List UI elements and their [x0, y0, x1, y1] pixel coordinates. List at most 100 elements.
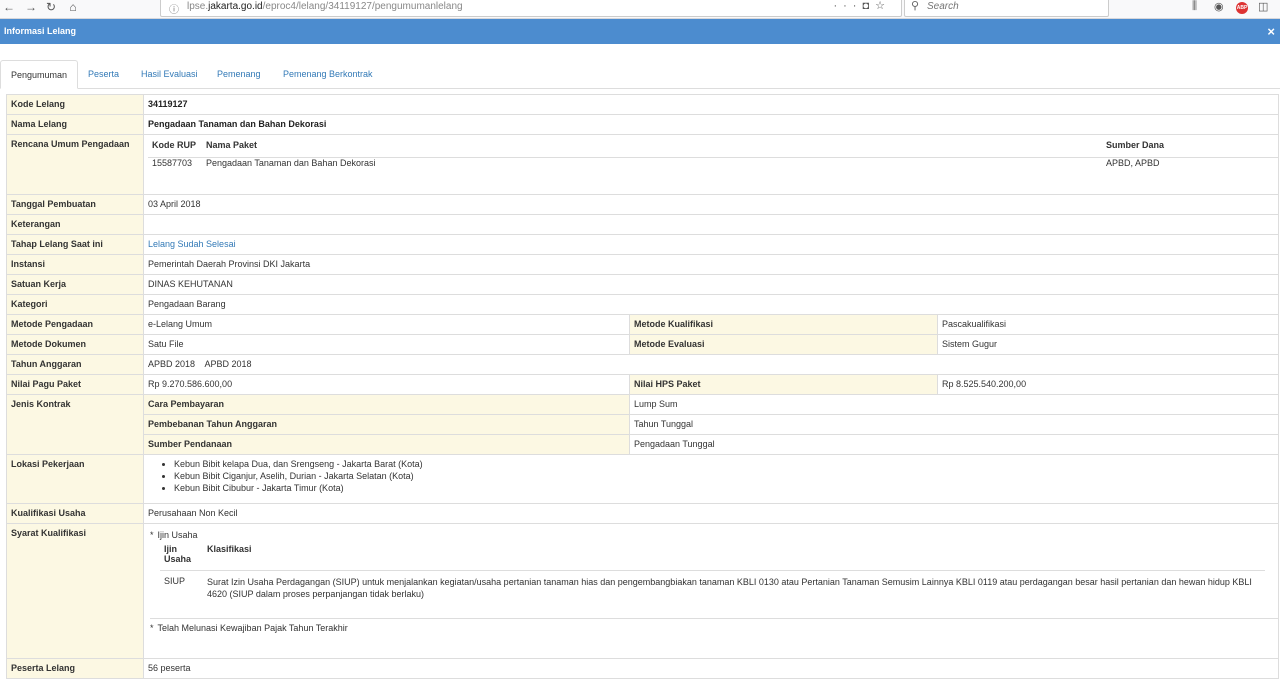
url-bar[interactable]: ⓘ lpse.jakarta.go.id/eproc4/lelang/34119…	[160, 0, 902, 17]
page-actions[interactable]: ···◘☆	[833, 0, 891, 12]
klasifikasi-value: Surat Izin Usaha Perdagangan (SIUP) untu…	[207, 576, 1252, 599]
row-tanggal: Tanggal Pembuatan 03 April 2018	[6, 194, 1280, 215]
row-jenis-kontrak: Jenis Kontrak Cara Pembayaran Lump Sum	[6, 394, 1280, 455]
table-row: SIUP Surat Izin Usaha Perdagangan (SIUP)…	[160, 570, 1265, 614]
metode-kualifikasi-value: Pascakualifikasi	[936, 314, 1280, 335]
tab-peserta[interactable]: Peserta	[78, 60, 129, 88]
col-klasifikasi: Klasifikasi	[203, 544, 1265, 571]
tab-pemenang-berkontrak[interactable]: Pemenang Berkontrak	[273, 60, 383, 88]
row-peserta: Peserta Lelang 56 peserta	[6, 658, 1280, 679]
row-nilai-pagu: Nilai Pagu Paket Rp 9.270.586.600,00 Nil…	[6, 374, 1280, 395]
label: Metode Dokumen	[6, 334, 144, 355]
lokasi-cell: Kebun Bibit kelapa Dua, dan Srengseng - …	[142, 454, 1280, 504]
forward-arrow-icon[interactable]: →	[22, 0, 40, 18]
label: Metode Kualifikasi	[629, 314, 938, 335]
site-info-icon[interactable]: ⓘ	[169, 1, 179, 16]
kode-lelang-value: 34119127	[142, 94, 1280, 115]
tab-pemenang[interactable]: Pemenang	[207, 60, 271, 88]
label: Tahap Lelang Saat ini	[6, 234, 144, 255]
tab-pengumuman[interactable]: Pengumuman	[0, 60, 79, 89]
extension-icon[interactable]: ◉	[1214, 0, 1224, 13]
pembebanan-value: Tahun Tunggal	[628, 414, 1280, 435]
label: Nilai Pagu Paket	[6, 374, 144, 395]
row-lokasi: Lokasi Pekerjaan Kebun Bibit kelapa Dua,…	[6, 454, 1280, 504]
search-input[interactable]	[925, 0, 1099, 13]
list-item: Kebun Bibit Ciganjur, Aselih, Durian - J…	[174, 470, 1274, 482]
label: Jenis Kontrak	[6, 394, 144, 455]
label: Kualifikasi Usaha	[6, 503, 144, 524]
nama-paket-value: Pengadaan Tanaman dan Bahan Dekorasi	[206, 157, 376, 168]
ijin-usaha-heading: * Ijin Usaha	[150, 530, 1278, 540]
syarat-cell: * Ijin Usaha Ijin Usaha Klasifikasi SIUP …	[142, 523, 1280, 659]
row-pembebanan: Pembebanan Tahun Anggaran Tahun Tunggal	[7, 414, 1280, 435]
nama-lelang-value: Pengadaan Tanaman dan Bahan Dekorasi	[142, 114, 1280, 135]
reload-icon[interactable]: ↻	[42, 0, 60, 18]
keterangan-value	[142, 214, 1280, 235]
ijin-value: SIUP	[164, 575, 186, 586]
nilai-hps-value: Rp 8.525.540.200,00	[936, 374, 1280, 395]
label: Syarat Kualifikasi	[6, 523, 144, 659]
pajak-item: * Telah Melunasi Kewajiban Pajak Tahun Te…	[150, 618, 1279, 633]
back-arrow-icon[interactable]: ←	[0, 0, 18, 18]
row-metode-dokumen: Metode Dokumen Satu File Metode Evaluasi…	[6, 334, 1280, 355]
metode-pengadaan-value: e-Lelang Umum	[143, 314, 630, 335]
label: Pembebanan Tahun Anggaran	[143, 414, 630, 435]
label: Kategori	[6, 294, 144, 315]
kategori-value: Pengadaan Barang	[142, 294, 1280, 315]
peserta-value: 56 peserta	[142, 658, 1280, 679]
label: Sumber Pendanaan	[143, 434, 630, 455]
info-panel: Kode Lelang 34119127 Nama Lelang Pengada…	[6, 94, 1280, 679]
label: Nama Lelang	[6, 114, 144, 135]
bookmark-star-icon[interactable]: ☆	[875, 0, 891, 12]
tahap-cell: Lelang Sudah Selesai	[142, 234, 1280, 255]
tab-bar: Pengumuman Peserta Hasil Evaluasi Pemena…	[0, 60, 1280, 89]
lokasi-list: Kebun Bibit kelapa Dua, dan Srengseng - …	[148, 458, 1274, 494]
rup-cell: Kode RUP Nama Paket Sumber Dana 15587703…	[142, 134, 1280, 195]
label: Rencana Umum Pengadaan	[6, 134, 144, 195]
adblock-icon[interactable]: ABP	[1236, 2, 1248, 14]
search-box[interactable]: ⚲	[904, 0, 1109, 17]
col-sumber-dana: Sumber Dana	[1102, 140, 1279, 158]
library-icon[interactable]: ⫼	[1192, 0, 1197, 13]
label: Lokasi Pekerjaan	[6, 454, 144, 504]
tahap-link[interactable]: Lelang Sudah Selesai	[148, 239, 236, 249]
pocket-icon[interactable]: ◘	[862, 0, 875, 12]
label: Tanggal Pembuatan	[6, 194, 144, 215]
instansi-value: Pemerintah Daerah Provinsi DKI Jakarta	[142, 254, 1280, 275]
col-nama-paket: Nama Paket	[202, 140, 1103, 158]
rup-table: Kode RUP Nama Paket Sumber Dana 15587703…	[148, 140, 1279, 177]
row-tahun-anggaran: Tahun Anggaran APBD 2018 APBD 2018	[6, 354, 1280, 375]
url-text: lpse.jakarta.go.id/eproc4/lelang/3411912…	[187, 1, 463, 12]
info-table: Kode Lelang 34119127 Nama Lelang Pengada…	[6, 94, 1280, 679]
label: Peserta Lelang	[6, 658, 144, 679]
table-row: 15587703 Pengadaan Tanaman dan Bahan Dek…	[148, 157, 1278, 177]
row-metode-pengadaan: Metode Pengadaan e-Lelang Umum Metode Ku…	[6, 314, 1280, 335]
col-ijin-usaha: Ijin Usaha	[160, 544, 203, 571]
row-rup: Rencana Umum Pengadaan Kode RUP Nama Pak…	[6, 134, 1280, 195]
label: Instansi	[6, 254, 144, 275]
kualifikasi-usaha-value: Perusahaan Non Kecil	[142, 503, 1280, 524]
search-icon: ⚲	[911, 0, 920, 12]
kode-rup-value: 15587703	[152, 157, 193, 168]
dialog-title: Informasi Lelang	[4, 26, 77, 36]
browser-toolbar: ← → ↻ ⌂ ⓘ lpse.jakarta.go.id/eproc4/lela…	[0, 0, 1280, 19]
metode-evaluasi-value: Sistem Gugur	[936, 334, 1280, 355]
col-kode-rup: Kode RUP	[148, 140, 202, 158]
label: Kode Lelang	[6, 94, 144, 115]
pajak-text: Telah Melunasi Kewajiban Pajak Tahun Ter…	[157, 623, 348, 633]
label: Cara Pembayaran	[143, 394, 630, 415]
close-icon[interactable]: ×	[1267, 19, 1275, 44]
tab-hasil-evaluasi[interactable]: Hasil Evaluasi	[131, 60, 208, 88]
home-icon[interactable]: ⌂	[64, 0, 82, 18]
cara-pembayaran-value: Lump Sum	[628, 394, 1280, 415]
row-satuan-kerja: Satuan Kerja DINAS KEHUTANAN	[6, 274, 1280, 295]
sidebar-icon[interactable]: ◫	[1258, 0, 1268, 13]
row-nama-lelang: Nama Lelang Pengadaan Tanaman dan Bahan …	[6, 114, 1280, 135]
more-actions-icon[interactable]: ···	[833, 0, 862, 12]
row-kategori: Kategori Pengadaan Barang	[6, 294, 1280, 315]
nilai-pagu-value: Rp 9.270.586.600,00	[143, 374, 630, 395]
row-kode-lelang: Kode Lelang 34119127	[6, 94, 1280, 115]
list-item: Kebun Bibit Cibubur - Jakarta Timur (Kot…	[174, 482, 1274, 494]
label: Metode Evaluasi	[629, 334, 938, 355]
tanggal-value: 03 April 2018	[142, 194, 1280, 215]
